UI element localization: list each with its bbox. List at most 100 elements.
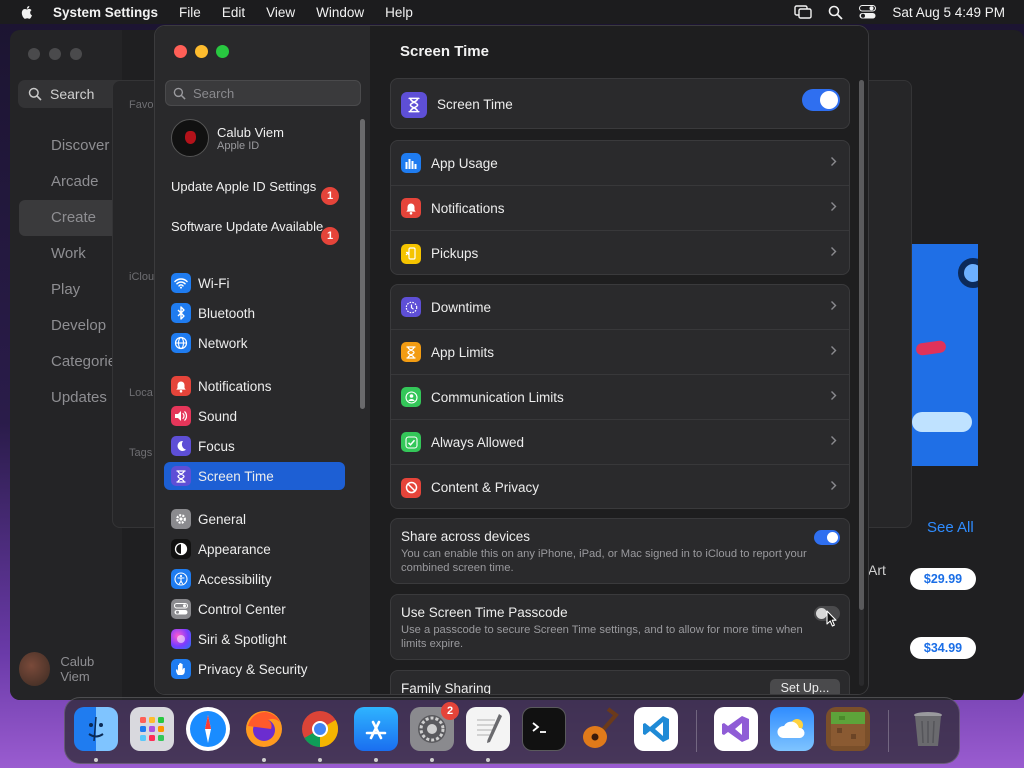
see-all-link[interactable]: See All — [927, 519, 974, 536]
sidebar-item-bluetooth[interactable]: Bluetooth — [164, 299, 345, 327]
screen-mirroring-icon[interactable] — [794, 5, 813, 19]
always-allowed-row[interactable]: Always Allowed — [391, 420, 849, 465]
share-across-devices-toggle[interactable] — [814, 530, 840, 545]
sidebar-item-siri-spotlight[interactable]: Siri & Spotlight — [164, 625, 345, 653]
app-store-zoom-button[interactable] — [70, 48, 82, 60]
sidebar-item-sound[interactable]: Sound — [164, 402, 345, 430]
terminal-icon[interactable] — [522, 707, 566, 751]
usage-card: App Usage Notifications Pickups — [390, 140, 850, 275]
menu-view[interactable]: View — [266, 5, 295, 20]
communication-limits-row[interactable]: Communication Limits — [391, 375, 849, 420]
content-scrollbar[interactable] — [859, 80, 864, 686]
spotlight-search-icon[interactable] — [828, 5, 844, 20]
textedit-icon[interactable] — [466, 707, 510, 751]
price-button[interactable]: $29.99 — [910, 568, 976, 590]
app-usage-row[interactable]: App Usage — [391, 141, 849, 186]
firefox-icon[interactable] — [242, 707, 286, 751]
downtime-row[interactable]: Downtime — [391, 285, 849, 330]
notifications-row[interactable]: Notifications — [391, 186, 849, 231]
set-up-button[interactable]: Set Up... — [770, 679, 840, 694]
menu-file[interactable]: File — [179, 5, 201, 20]
checkmark-icon — [401, 432, 421, 452]
sidebar-item-notifications[interactable]: Notifications — [164, 372, 345, 400]
sidebar-item-label: Privacy & Security — [198, 661, 308, 677]
running-indicator — [262, 758, 266, 762]
app-store-nav-discover[interactable]: Discover — [10, 128, 122, 164]
appearance-icon — [171, 539, 191, 559]
chevron-right-icon — [831, 391, 837, 400]
search-icon — [173, 87, 186, 100]
app-limits-row[interactable]: App Limits — [391, 330, 849, 375]
vscode-icon[interactable] — [634, 707, 678, 751]
app-store-nav-arcade[interactable]: Arcade — [10, 164, 122, 200]
scrollbar-thumb[interactable] — [859, 80, 864, 610]
app-store-icon[interactable] — [354, 707, 398, 751]
bell-icon — [401, 198, 421, 218]
launchpad-icon[interactable] — [130, 707, 174, 751]
pickups-row[interactable]: Pickups — [391, 231, 849, 274]
app-store-account[interactable]: Calub Viem — [19, 652, 122, 686]
chrome-icon[interactable] — [298, 707, 342, 751]
sidebar-item-control-center[interactable]: Control Center — [164, 595, 345, 623]
sidebar-item-privacy-security[interactable]: Privacy & Security — [164, 655, 345, 683]
row-label: Notifications — [431, 200, 505, 216]
app-store-minimize-button[interactable] — [49, 48, 61, 60]
featured-app-artwork[interactable] — [912, 244, 978, 466]
trash-icon[interactable] — [906, 707, 950, 751]
app-store-close-button[interactable] — [28, 48, 40, 60]
menu-bar: System Settings File Edit View Window He… — [0, 0, 1024, 24]
menu-edit[interactable]: Edit — [222, 5, 245, 20]
menu-help[interactable]: Help — [385, 5, 413, 20]
price-button[interactable]: $34.99 — [910, 637, 976, 659]
sidebar-item-accessibility[interactable]: Accessibility — [164, 565, 345, 593]
row-label: Always Allowed — [431, 434, 525, 450]
finder-section-tags: Tags — [129, 447, 153, 459]
sidebar-item-focus[interactable]: Focus — [164, 432, 345, 460]
control-center-icon[interactable] — [859, 5, 877, 19]
page-title: Screen Time — [400, 43, 489, 60]
share-across-devices-title: Share across devices — [401, 529, 531, 544]
screen-time-toggle[interactable] — [802, 89, 840, 111]
sidebar-search[interactable] — [165, 80, 361, 106]
control-center-icon — [171, 599, 191, 619]
app-store-nav-create[interactable]: Create — [19, 200, 122, 236]
sidebar-item-label: Notifications — [198, 378, 272, 394]
app-store-nav-updates[interactable]: Updates — [10, 380, 122, 416]
menu-window[interactable]: Window — [316, 5, 364, 20]
update-apple-id-settings-item[interactable]: Update Apple ID Settings — [171, 179, 341, 195]
menubar-clock[interactable]: Sat Aug 5 4:49 PM — [892, 5, 1005, 20]
garageband-icon[interactable] — [578, 707, 622, 751]
running-indicator — [486, 758, 490, 762]
minecraft-icon[interactable] — [826, 707, 870, 751]
app-menu-name[interactable]: System Settings — [53, 5, 158, 20]
content-privacy-row[interactable]: Content & Privacy — [391, 465, 849, 508]
visual-studio-icon[interactable] — [714, 707, 758, 751]
bell-icon — [171, 376, 191, 396]
apple-id-profile[interactable]: Calub Viem Apple ID — [171, 119, 284, 157]
zoom-button[interactable] — [216, 45, 229, 58]
artwork-wave-shape — [912, 412, 972, 432]
sidebar-item-general[interactable]: General — [164, 505, 345, 533]
app-store-nav-work[interactable]: Work — [10, 236, 122, 272]
safari-icon[interactable] — [186, 707, 230, 751]
search-input[interactable] — [193, 85, 353, 101]
sidebar-item-wifi[interactable]: Wi-Fi — [164, 269, 345, 297]
artwork-eye-shape — [958, 258, 978, 288]
chevron-right-icon — [831, 481, 837, 490]
finder-icon[interactable] — [74, 707, 118, 751]
sidebar-item-appearance[interactable]: Appearance — [164, 535, 345, 563]
close-button[interactable] — [174, 45, 187, 58]
screen-time-header-card: Screen Time — [390, 78, 850, 129]
app-store-nav-develop[interactable]: Develop — [10, 308, 122, 344]
row-label: Communication Limits — [431, 389, 564, 405]
finder-section-icloud: iClou — [129, 271, 155, 283]
app-store-nav-categories[interactable]: Categories — [10, 344, 124, 380]
apple-logo-icon[interactable] — [19, 4, 35, 20]
sidebar-item-network[interactable]: Network — [164, 329, 345, 357]
sidebar-scrollbar[interactable] — [360, 119, 365, 409]
sidebar-item-screen-time[interactable]: Screen Time — [164, 462, 345, 490]
weather-icon[interactable] — [770, 707, 814, 751]
minimize-button[interactable] — [195, 45, 208, 58]
app-store-nav-play[interactable]: Play — [10, 272, 122, 308]
software-update-item[interactable]: Software Update Available — [171, 219, 341, 235]
